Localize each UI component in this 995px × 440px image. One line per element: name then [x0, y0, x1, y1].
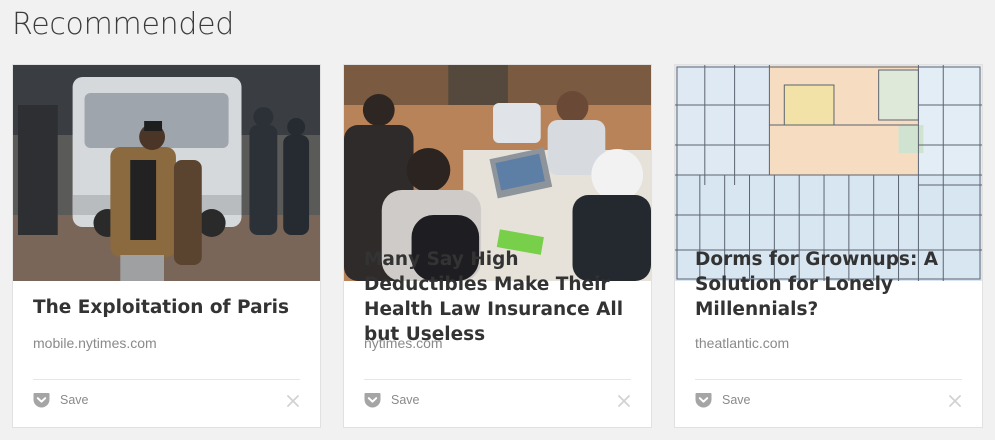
- divider: [33, 379, 300, 380]
- article-title[interactable]: Dorms for Grownups: A Solution for Lonel…: [695, 247, 962, 322]
- divider: [364, 379, 631, 380]
- article-title[interactable]: Many Say High Deductibles Make Their Hea…: [364, 247, 631, 347]
- recommendation-card[interactable]: Dorms for Grownups: A Solution for Lonel…: [674, 64, 983, 428]
- save-label: Save: [391, 393, 420, 407]
- recommendation-card[interactable]: The Exploitation of Paris mobile.nytimes…: [12, 64, 321, 428]
- page-title: Recommended: [12, 7, 234, 42]
- article-domain: nytimes.com: [364, 335, 443, 351]
- save-label: Save: [722, 393, 751, 407]
- close-icon[interactable]: [286, 394, 300, 408]
- article-domain: mobile.nytimes.com: [33, 335, 157, 351]
- article-title[interactable]: The Exploitation of Paris: [33, 295, 300, 320]
- pocket-icon: [33, 393, 50, 408]
- pocket-icon: [695, 393, 712, 408]
- recommendation-card[interactable]: Many Say High Deductibles Make Their Hea…: [343, 64, 652, 428]
- article-thumbnail[interactable]: [13, 65, 320, 281]
- close-icon[interactable]: [617, 394, 631, 408]
- save-button[interactable]: Save: [364, 392, 420, 408]
- close-icon[interactable]: [948, 394, 962, 408]
- article-domain: theatlantic.com: [695, 335, 790, 351]
- save-label: Save: [60, 393, 89, 407]
- save-button[interactable]: Save: [33, 392, 89, 408]
- save-button[interactable]: Save: [695, 392, 751, 408]
- pocket-icon: [364, 393, 381, 408]
- photo-street-scene: [13, 65, 320, 281]
- divider: [695, 379, 962, 380]
